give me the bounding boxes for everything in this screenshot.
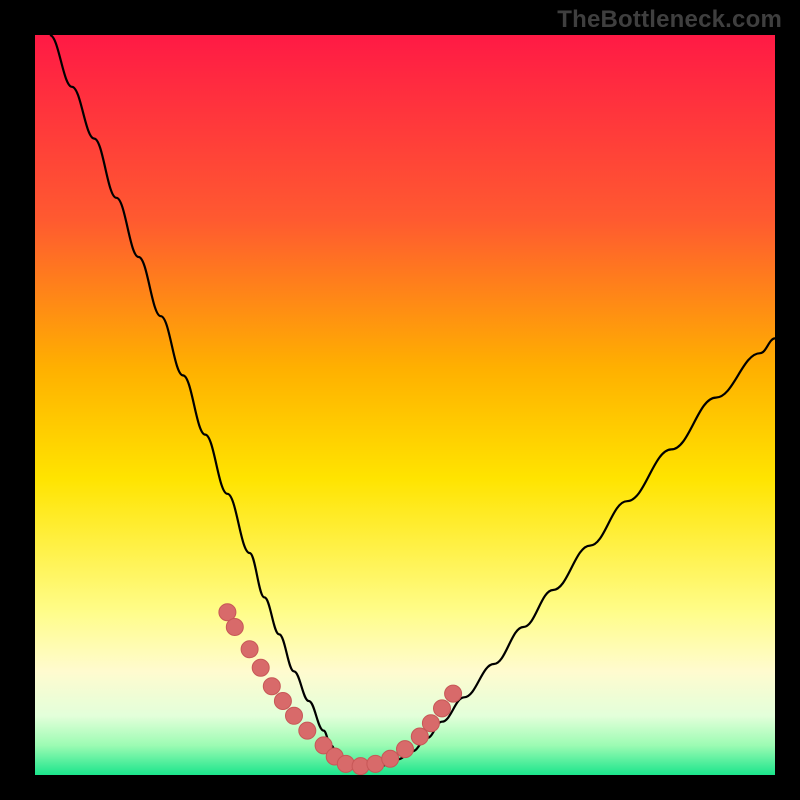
curve-marker xyxy=(337,755,354,772)
marker-group xyxy=(219,604,462,775)
curve-marker xyxy=(382,750,399,767)
curve-marker xyxy=(299,722,316,739)
curve-marker xyxy=(422,715,439,732)
curve-marker xyxy=(274,693,291,710)
watermark-text: TheBottleneck.com xyxy=(557,6,782,34)
curve-marker xyxy=(445,685,462,702)
curve-marker xyxy=(434,700,451,717)
plot-area xyxy=(35,35,775,775)
curve-marker xyxy=(352,758,369,775)
curve-marker xyxy=(241,641,258,658)
curve-marker xyxy=(226,619,243,636)
chart-frame: TheBottleneck.com xyxy=(0,0,800,800)
curve-marker xyxy=(263,678,280,695)
curve-marker xyxy=(286,707,303,724)
curve-layer xyxy=(35,35,775,775)
curve-marker xyxy=(252,659,269,676)
bottleneck-curve xyxy=(50,35,775,768)
curve-marker xyxy=(397,741,414,758)
